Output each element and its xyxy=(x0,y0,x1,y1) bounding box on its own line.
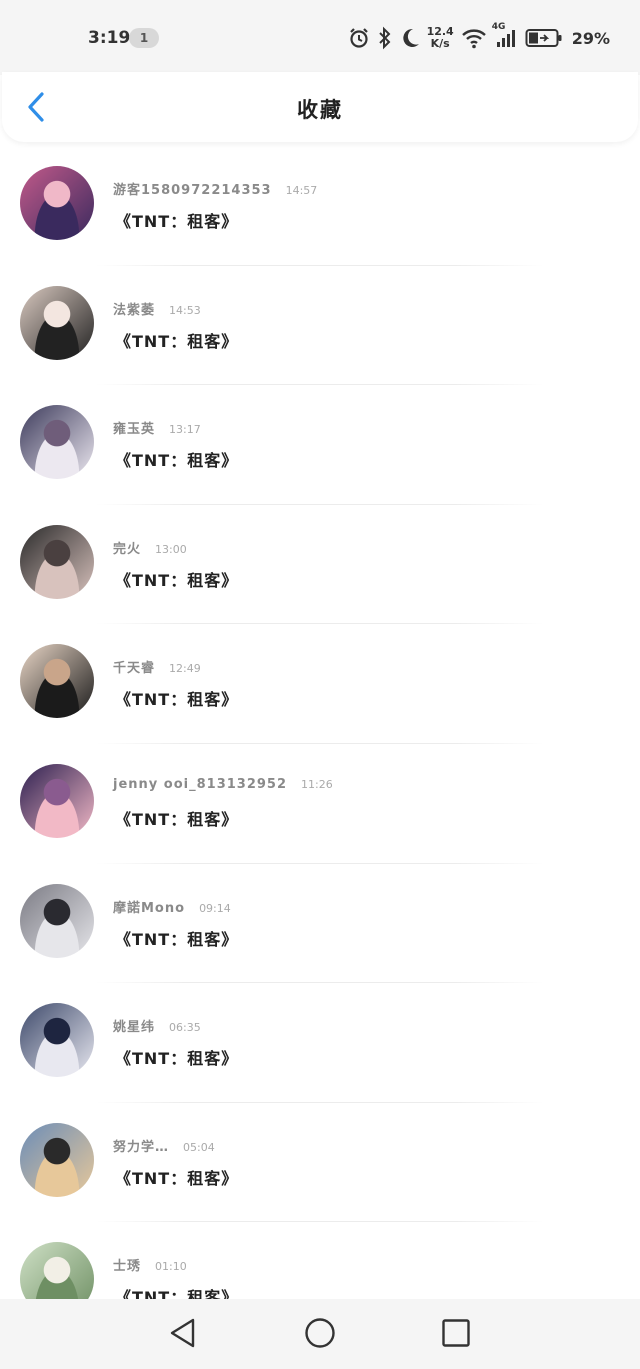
avatar[interactable] xyxy=(20,405,94,480)
item-title[interactable]: 《TNT：租客》 xyxy=(115,1045,238,1069)
timestamp: 14:57 xyxy=(285,184,318,197)
triangle-back-icon xyxy=(165,1318,201,1355)
timestamp: 06:35 xyxy=(169,1021,201,1035)
status-time: 3:19 xyxy=(88,28,131,48)
app-header: 收藏 xyxy=(2,72,638,142)
timestamp: 09:14 xyxy=(199,901,231,915)
avatar[interactable] xyxy=(20,1122,94,1197)
item-title[interactable]: 《TNT：租客》 xyxy=(115,208,238,232)
item-meta: 士琇 01:10 xyxy=(113,1255,187,1274)
battery-icon xyxy=(525,27,563,49)
status-bar: 3:19 1 12.4 K/s 4G 29% xyxy=(0,0,640,75)
user-name: 法紫萎 xyxy=(113,302,156,318)
list-item[interactable]: 完火 13:00 《TNT：租客》 xyxy=(0,505,640,625)
item-meta: 游客1580972214353 14:57 xyxy=(113,179,317,198)
item-title[interactable]: 《TNT：租客》 xyxy=(115,1165,238,1189)
network-speed-unit: K/s xyxy=(430,37,450,50)
avatar[interactable] xyxy=(20,524,94,599)
item-meta: 千天睿 12:49 xyxy=(113,657,201,676)
list-item[interactable]: 士琇 01:10 《TNT：租客》 xyxy=(0,1222,640,1299)
timestamp: 01:10 xyxy=(155,1260,187,1274)
item-meta: 努力学… 05:04 xyxy=(113,1136,215,1155)
timestamp: 13:00 xyxy=(155,542,187,556)
list-item[interactable]: 雍玉英 13:17 《TNT：租客》 xyxy=(0,385,640,505)
page-title: 收藏 xyxy=(297,98,343,122)
wifi-icon xyxy=(461,27,487,49)
alarm-icon xyxy=(348,27,370,49)
item-meta: 摩諾Mono 09:14 xyxy=(113,897,231,916)
moon-icon xyxy=(400,27,420,49)
user-name: 摩諾Mono xyxy=(113,900,186,916)
list-item[interactable]: 姚星纬 06:35 《TNT：租客》 xyxy=(0,983,640,1103)
item-title[interactable]: 《TNT：租客》 xyxy=(115,328,238,352)
item-title[interactable]: 《TNT：租客》 xyxy=(115,1284,238,1299)
square-recents-icon xyxy=(438,1319,474,1355)
item-title[interactable]: 《TNT：租客》 xyxy=(115,567,238,591)
list-item[interactable]: jenny ooi_813132952 11:26 《TNT：租客》 xyxy=(0,744,640,864)
user-name: jenny ooi_813132952 xyxy=(113,776,288,792)
notification-badge: 1 xyxy=(129,28,159,48)
timestamp: 12:49 xyxy=(169,662,201,676)
timestamp: 05:04 xyxy=(183,1140,215,1154)
avatar[interactable] xyxy=(20,883,94,958)
item-meta: 姚星纬 06:35 xyxy=(113,1016,201,1035)
user-name: 游客1580972214353 xyxy=(113,183,272,198)
item-meta: 雍玉英 13:17 xyxy=(113,418,201,437)
list-item[interactable]: 千天睿 12:49 《TNT：租客》 xyxy=(0,624,640,744)
user-name: 千天睿 xyxy=(113,661,156,677)
timestamp: 11:26 xyxy=(301,777,333,791)
system-nav-bar xyxy=(0,1299,640,1369)
cellular-signal-icon: 4G xyxy=(492,22,518,49)
nav-recents-button[interactable] xyxy=(438,1315,474,1351)
item-title[interactable]: 《TNT：租客》 xyxy=(115,926,238,950)
list-item[interactable]: 游客1580972214353 14:57 《TNT：租客》 xyxy=(0,146,640,266)
user-name: 姚星纬 xyxy=(113,1020,156,1036)
nav-home-button[interactable] xyxy=(302,1315,338,1351)
network-speed: 12.4 K/s xyxy=(427,26,454,50)
user-name: 努力学… xyxy=(113,1139,170,1155)
avatar[interactable] xyxy=(20,1003,94,1078)
list-item[interactable]: 法紫萎 14:53 《TNT：租客》 xyxy=(0,266,640,386)
avatar[interactable] xyxy=(20,644,94,719)
item-title[interactable]: 《TNT：租客》 xyxy=(115,686,238,710)
user-name: 士琇 xyxy=(113,1259,142,1275)
status-icons: 12.4 K/s 4G 29% xyxy=(348,22,610,54)
list-item[interactable]: 努力学… 05:04 《TNT：租客》 xyxy=(0,1103,640,1223)
timestamp: 14:53 xyxy=(169,303,201,317)
favorites-list: 游客1580972214353 14:57 《TNT：租客》 法紫萎 14:53… xyxy=(0,146,640,1299)
avatar[interactable] xyxy=(20,166,94,240)
item-title[interactable]: 《TNT：租客》 xyxy=(115,806,238,830)
battery-percentage: 29% xyxy=(571,28,610,48)
timestamp: 13:17 xyxy=(169,423,201,437)
circle-home-icon xyxy=(302,1318,338,1355)
list-item[interactable]: 摩諾Mono 09:14 《TNT：租客》 xyxy=(0,864,640,984)
avatar[interactable] xyxy=(20,1242,94,1299)
item-meta: 法紫萎 14:53 xyxy=(113,299,201,318)
avatar[interactable] xyxy=(20,285,94,360)
item-title[interactable]: 《TNT：租客》 xyxy=(115,447,238,471)
item-meta: jenny ooi_813132952 11:26 xyxy=(113,777,333,792)
network-type-label: 4G xyxy=(491,22,506,32)
nav-back-button[interactable] xyxy=(165,1315,201,1351)
avatar[interactable] xyxy=(20,763,94,838)
item-meta: 完火 13:00 xyxy=(113,538,187,557)
user-name: 完火 xyxy=(113,541,142,557)
user-name: 雍玉英 xyxy=(113,422,156,438)
bluetooth-icon xyxy=(377,26,393,50)
